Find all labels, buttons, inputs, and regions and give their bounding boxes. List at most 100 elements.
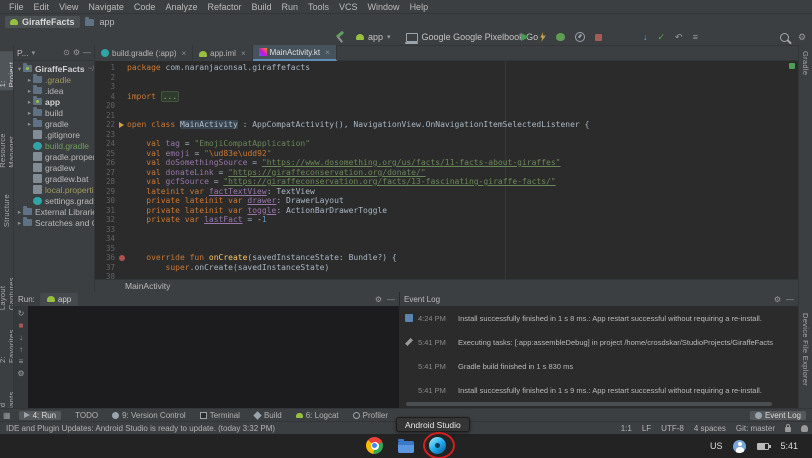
tool-button-layout-captures[interactable]: Layout Captures [0,253,14,310]
git-rollback-icon[interactable]: ↶ [675,32,683,42]
readonly-lock-icon[interactable] [785,427,791,432]
stop-icon[interactable]: ■ [19,321,24,330]
hide-panel-icon[interactable]: — [387,295,395,304]
tree-item-settings-gradle[interactable]: settings.gradle [14,195,94,206]
android-studio-app-icon[interactable] [429,437,446,454]
search-everywhere-icon[interactable] [780,33,789,42]
rerun-icon[interactable]: ↻ [18,309,25,318]
inspections-status-icon[interactable] [789,63,795,69]
status-utf-8[interactable]: UTF-8 [661,424,684,433]
status-lf[interactable]: LF [642,424,651,433]
run-tab-app[interactable]: app [40,293,78,306]
status-git-master[interactable]: Git: master [736,424,775,433]
toolwindow-button-6-logcat[interactable]: 6: Logcat [296,411,339,420]
tree-item-build-gradle[interactable]: build.gradle [14,140,94,151]
scroll-down-icon[interactable]: ↓ [19,333,23,342]
expand-arrow-icon[interactable]: ▾ [16,65,23,73]
expand-arrow-icon[interactable]: ▸ [26,120,33,128]
notifications-bell-icon[interactable] [801,425,808,432]
editor-tab-build-gradle-app[interactable]: build.gradle (:app)× [95,45,193,61]
tree-item-gradlew-bat[interactable]: gradlew.bat [14,173,94,184]
build-project-icon[interactable] [334,32,345,43]
toolwindow-button-build[interactable]: Build [254,411,282,420]
menu-build[interactable]: Build [246,2,276,12]
breadcrumb-item[interactable]: MainActivity [125,281,170,291]
menu-file[interactable]: File [4,2,29,12]
toolwindow-button-terminal[interactable]: Terminal [200,411,240,420]
close-tab-icon[interactable]: × [325,48,330,57]
profile-app-icon[interactable] [575,32,585,42]
tree-item-gradle-properties[interactable]: gradle.properties [14,151,94,162]
keyboard-layout-indicator[interactable]: US [710,441,723,451]
tool-button-structure[interactable]: Structure [2,194,11,227]
tree-row-root[interactable]: ▾GiraffeFacts~/Stu [14,63,94,74]
tree-item-idea[interactable]: ▸.idea [14,85,94,96]
menu-help[interactable]: Help [405,2,434,12]
chrome-browser-icon[interactable] [366,437,383,454]
restore-layout-icon[interactable]: ≡ [19,357,24,366]
stop-app-icon[interactable] [595,34,602,41]
expand-arrow-icon[interactable]: ▸ [16,208,23,216]
panel-settings-icon[interactable]: ⚙ [774,295,781,304]
tree-item-gradlew[interactable]: gradlew [14,162,94,173]
toolwindow-button-9-version-control[interactable]: 9: Version Control [112,411,186,420]
tree-item-app[interactable]: ▸app [14,96,94,107]
status-message[interactable]: IDE and Plugin Updates: Android Studio i… [6,424,275,433]
status-4-spaces[interactable]: 4 spaces [694,424,726,433]
tree-item-build[interactable]: ▸build [14,107,94,118]
menu-refactor[interactable]: Refactor [202,2,246,12]
toolwindow-button-todo[interactable]: TODO [75,411,98,420]
status-1-1[interactable]: 1:1 [621,424,632,433]
tree-item-external-libraries[interactable]: ▸External Libraries [14,206,94,217]
close-tab-icon[interactable]: × [241,49,246,58]
locate-file-icon[interactable]: ⊙ [63,48,70,57]
menu-edit[interactable]: Edit [29,2,55,12]
tree-item-gradle[interactable]: ▸.gradle [14,74,94,85]
toolwindow-button-4-run[interactable]: 4: Run [19,411,62,420]
tool-button-2-favorites[interactable]: 2: Favorites [0,322,14,363]
tool-button-resource-manager[interactable]: Resource Manager [0,102,14,168]
tool-button-1-project[interactable]: 1: Project [0,51,14,90]
scroll-up-icon[interactable]: ↑ [19,345,23,354]
toolwindow-button-event-log[interactable]: Event Log [750,411,806,420]
expand-arrow-icon[interactable]: ▸ [26,109,33,117]
git-history-icon[interactable]: ≡ [693,32,698,42]
run-configuration-select[interactable]: app ▾ [352,30,395,44]
battery-icon[interactable] [757,443,769,450]
expand-arrow-icon[interactable]: ▸ [26,87,33,95]
git-update-project-icon[interactable]: ↓ [643,32,648,42]
hide-panel-icon[interactable]: — [83,48,91,57]
expand-arrow-icon[interactable]: ▸ [26,76,33,84]
tree-item-gradle[interactable]: ▸gradle [14,118,94,129]
expand-arrow-icon[interactable]: ▸ [16,219,23,227]
tool-button-device-file-explorer[interactable]: Device File Explorer [801,313,810,386]
expand-arrow-icon[interactable]: ▸ [26,98,33,106]
tree-item-gitignore[interactable]: .gitignore [14,129,94,140]
editor-tab-app-iml[interactable]: app.iml× [193,45,252,61]
settings-gear-icon[interactable]: ⚙ [798,32,806,42]
settings-icon[interactable]: ⚙ [17,369,24,378]
tool-button-gradle[interactable]: Gradle [801,51,810,75]
hide-panel-icon[interactable]: — [786,295,794,304]
code-editor[interactable]: 1package com.naranjaconsal.giraffefacts2… [95,61,798,279]
menu-window[interactable]: Window [363,2,405,12]
arrow-gutter-icon[interactable] [118,120,127,130]
git-commit-icon[interactable]: ✓ [658,32,666,42]
menu-run[interactable]: Run [277,2,304,12]
menu-view[interactable]: View [54,2,83,12]
debug-app-icon[interactable] [556,33,565,41]
tree-item-local-properties[interactable]: local.properties [14,184,94,195]
panel-settings-icon[interactable]: ⚙ [375,295,382,304]
clock[interactable]: 5:41 [780,441,798,451]
menu-navigate[interactable]: Navigate [83,2,129,12]
tree-item-scratches-and-consoles[interactable]: ▸Scratches and Consoles [14,217,94,228]
apply-changes-icon[interactable] [539,32,546,42]
menu-tools[interactable]: Tools [303,2,334,12]
editor-tab-mainactivity-kt[interactable]: MainActivity.kt× [253,45,337,61]
close-tab-icon[interactable]: × [181,49,186,58]
project-name-chip[interactable]: GiraffeFacts [5,16,80,28]
files-app-icon[interactable] [398,441,414,453]
override-gutter-icon[interactable] [118,253,127,263]
user-account-icon[interactable] [733,440,746,453]
menu-code[interactable]: Code [129,2,161,12]
